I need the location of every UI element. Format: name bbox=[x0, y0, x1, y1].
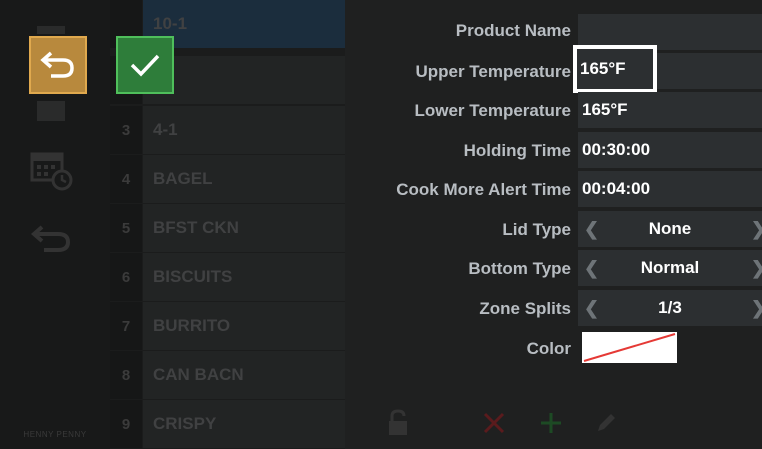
label-product-name: Product Name bbox=[455, 21, 571, 40]
add-plus-icon[interactable] bbox=[533, 405, 569, 441]
confirm-button[interactable] bbox=[116, 36, 174, 94]
list-item-number: 6 bbox=[110, 253, 142, 301]
list-item[interactable]: 3 4-1 bbox=[110, 106, 345, 154]
cook-more-alert-time-field[interactable]: 00:04:00 bbox=[578, 171, 762, 207]
list-item-name: BURRITO bbox=[143, 302, 345, 350]
chevron-right-icon[interactable]: ❯ bbox=[751, 211, 762, 247]
list-item[interactable]: 9 CRISPY bbox=[110, 400, 345, 448]
return-arrow-icon bbox=[22, 218, 80, 258]
list-item[interactable]: 6 BISCUITS bbox=[110, 253, 345, 301]
list-item[interactable]: 8 CAN BACN bbox=[110, 351, 345, 399]
list-item-name: BFST CKN bbox=[143, 204, 345, 252]
calendar-clock-icon bbox=[22, 150, 80, 191]
list-item[interactable]: 4 BAGEL bbox=[110, 155, 345, 203]
list-item-name: BAGEL bbox=[143, 155, 345, 203]
label-lid-type: Lid Type bbox=[502, 220, 571, 239]
zone-splits-selector[interactable]: ❮ 1/3 ❯ bbox=[578, 290, 762, 326]
menu-stack-lower-icon bbox=[22, 92, 80, 132]
upper-temperature-field[interactable]: 165°F bbox=[573, 45, 657, 93]
bottom-type-selector[interactable]: ❮ Normal ❯ bbox=[578, 250, 762, 286]
list-item[interactable]: 7 BURRITO bbox=[110, 302, 345, 350]
holding-time-field[interactable]: 00:30:00 bbox=[578, 132, 762, 168]
undo-arrow-icon bbox=[40, 51, 74, 78]
chevron-right-icon[interactable]: ❯ bbox=[751, 290, 762, 326]
lid-type-selector[interactable]: ❮ None ❯ bbox=[578, 211, 762, 247]
zone-splits-value: 1/3 bbox=[658, 298, 682, 317]
brand-logo: HENNY PENNY bbox=[23, 430, 87, 439]
bottom-type-value: Normal bbox=[640, 258, 700, 277]
lower-temperature-value: 165°F bbox=[582, 100, 628, 119]
list-item-number: 9 bbox=[110, 400, 142, 448]
list-item-name: BISCUITS bbox=[143, 253, 345, 301]
delete-x-icon[interactable] bbox=[476, 405, 512, 441]
edit-pencil-icon[interactable] bbox=[588, 405, 624, 441]
label-bottom-type: Bottom Type bbox=[468, 259, 571, 278]
list-item-name: CRISPY bbox=[143, 400, 345, 448]
list-item-name: 4-1 bbox=[143, 106, 345, 154]
screen: HENNY PENNY 10-1 3 4-1 4 BAGEL 5 BFST CK… bbox=[0, 0, 762, 449]
cook-more-alert-time-value: 00:04:00 bbox=[582, 179, 651, 198]
checkmark-icon bbox=[130, 54, 160, 77]
label-color: Color bbox=[526, 339, 571, 358]
list-item-number: 7 bbox=[110, 302, 142, 350]
label-cook-more-alert-time: Cook More Alert Time bbox=[396, 180, 571, 199]
lid-type-value: None bbox=[648, 219, 692, 238]
back-button[interactable] bbox=[29, 36, 87, 94]
chevron-left-icon[interactable]: ❮ bbox=[584, 290, 599, 326]
color-swatch[interactable] bbox=[582, 332, 677, 363]
label-lower-temperature: Lower Temperature bbox=[414, 101, 571, 120]
chevron-left-icon[interactable]: ❮ bbox=[584, 211, 599, 247]
label-holding-time: Holding Time bbox=[463, 141, 571, 160]
label-zone-splits: Zone Splits bbox=[479, 299, 571, 318]
list-item-number: 5 bbox=[110, 204, 142, 252]
list-item-number: 3 bbox=[110, 106, 142, 154]
holding-time-value: 00:30:00 bbox=[582, 140, 651, 159]
list-item-number: 8 bbox=[110, 351, 142, 399]
no-color-slash-icon bbox=[583, 333, 676, 362]
list-item-name: CAN BACN bbox=[143, 351, 345, 399]
chevron-left-icon[interactable]: ❮ bbox=[584, 250, 599, 286]
list-item-number: 4 bbox=[110, 155, 142, 203]
lower-temperature-field[interactable]: 165°F bbox=[578, 92, 762, 128]
chevron-right-icon[interactable]: ❯ bbox=[751, 250, 762, 286]
upper-temperature-value: 165°F bbox=[580, 59, 626, 78]
label-upper-temperature: Upper Temperature bbox=[415, 62, 571, 81]
lock-icon[interactable] bbox=[380, 405, 416, 441]
list-item[interactable]: 5 BFST CKN bbox=[110, 204, 345, 252]
